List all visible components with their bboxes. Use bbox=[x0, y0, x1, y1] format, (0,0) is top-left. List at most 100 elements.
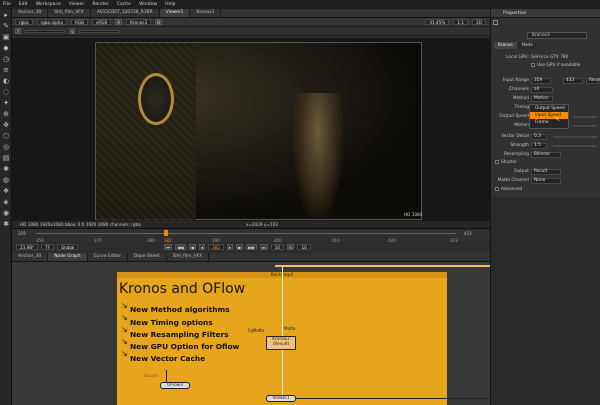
channels-select[interactable]: rgba bbox=[15, 19, 33, 25]
transform-tool-icon[interactable]: ✥ bbox=[2, 121, 10, 129]
reset-button[interactable]: Reset bbox=[586, 77, 600, 84]
first-frame-icon[interactable]: ⏮ bbox=[164, 244, 173, 250]
input-range-to[interactable]: 433 bbox=[563, 77, 583, 84]
menu-cache[interactable]: Cache bbox=[117, 2, 131, 7]
particles-tool-icon[interactable]: ✺ bbox=[2, 165, 10, 173]
viewer-toolbar: rgba rgba.alpha RGB sRGB A Kronos3 B 41.… bbox=[12, 18, 490, 27]
merge-tool-icon[interactable]: ⊕ bbox=[2, 110, 10, 118]
viewer-status-bar: HD 1080 1920x1080 bbox: 0 0 1920 1080 ch… bbox=[12, 221, 490, 228]
a-input-button[interactable]: A bbox=[115, 19, 123, 25]
gain-button[interactable]: f bbox=[15, 28, 21, 34]
menu-workspace[interactable]: Workspace bbox=[36, 2, 61, 7]
menu-viewer[interactable]: Viewer bbox=[69, 2, 85, 7]
node-name-field[interactable]: Kronos3 bbox=[527, 32, 587, 39]
view-mode-select[interactable]: 2D bbox=[472, 19, 486, 25]
a-node-select[interactable]: Kronos3 bbox=[126, 19, 152, 25]
channel-tool-icon[interactable]: ≡ bbox=[2, 66, 10, 74]
last-frame-icon[interactable]: ⏭ bbox=[259, 244, 268, 250]
lut-select[interactable]: sRGB bbox=[92, 19, 112, 25]
resampling-select[interactable]: Bilinear bbox=[531, 151, 561, 158]
strength-field[interactable]: 1.5 bbox=[531, 142, 547, 149]
next-frame-icon[interactable]: ▸ bbox=[227, 244, 234, 250]
timing-option-frame[interactable]: Frame bbox=[530, 119, 568, 126]
furnace-tool-icon[interactable]: ◈ bbox=[2, 198, 10, 206]
tab-viewer1[interactable]: Viewer1 bbox=[159, 9, 191, 17]
prev-key-icon[interactable]: ◀◀ bbox=[175, 244, 186, 250]
step-field-2[interactable]: 10 bbox=[297, 244, 311, 250]
play-icon[interactable]: ▶ bbox=[236, 244, 244, 250]
loop-icon[interactable]: ↻ bbox=[286, 244, 295, 250]
tab-shh-film[interactable]: Shh_film_VFX bbox=[48, 9, 91, 17]
menu-help[interactable]: Help bbox=[165, 2, 175, 7]
filter-tool-icon[interactable]: ◌ bbox=[2, 88, 10, 96]
paint-tool-icon[interactable]: ✎ bbox=[2, 22, 10, 30]
draw-tool-icon[interactable]: ◆ bbox=[2, 44, 10, 52]
timing-option-output-speed[interactable]: Output Speed bbox=[530, 105, 568, 112]
viewer-node[interactable]: Viewer1 bbox=[266, 395, 296, 402]
advanced-group[interactable]: Advanced bbox=[495, 186, 522, 193]
step-field[interactable]: 10 bbox=[270, 244, 284, 250]
viewer-canvas[interactable]: HD 1080 bbox=[12, 38, 490, 221]
gamma-button[interactable]: γ bbox=[69, 28, 76, 34]
ratio-select[interactable]: 1:1 bbox=[453, 19, 469, 25]
use-gpu-checkbox[interactable]: Use GPU if available bbox=[531, 62, 580, 69]
method-select[interactable]: Motion bbox=[531, 95, 553, 102]
vector-detail-slider[interactable] bbox=[553, 136, 597, 138]
range-mode-select[interactable]: Global bbox=[57, 244, 79, 250]
input-range-from[interactable]: 359 bbox=[531, 77, 551, 84]
keyer-tool-icon[interactable]: ✦ bbox=[2, 99, 10, 107]
tab-clip[interactable]: A015C007_120728_R3BR bbox=[91, 9, 160, 17]
matte-select[interactable]: None bbox=[531, 177, 561, 184]
tf-select[interactable]: TF bbox=[41, 244, 55, 250]
strength-slider[interactable] bbox=[553, 145, 597, 147]
views-tool-icon[interactable]: ◎ bbox=[2, 143, 10, 151]
play-back-icon[interactable]: ◀ bbox=[188, 244, 196, 250]
pointer-tool-icon[interactable]: ▸ bbox=[2, 11, 10, 19]
3d-tool-icon[interactable]: ⬡ bbox=[2, 132, 10, 140]
current-frame-field[interactable]: 382 bbox=[208, 244, 224, 250]
timing-option-input-speed[interactable]: Input Speed bbox=[530, 112, 568, 119]
tab-kronos[interactable]: Kronos bbox=[494, 42, 517, 49]
metadata-tool-icon[interactable]: ▤ bbox=[2, 154, 10, 162]
kronos-node[interactable]: Kronos3 (Result) bbox=[266, 336, 296, 350]
properties-close-icon[interactable] bbox=[493, 20, 498, 25]
tab-dope-sheet[interactable]: Dope Sheet bbox=[128, 253, 167, 261]
tab-node[interactable]: Node bbox=[517, 42, 537, 49]
tab-kronos3[interactable]: Kronos3 bbox=[190, 9, 222, 17]
tab-curve-editor[interactable]: Curve Editor bbox=[88, 253, 128, 261]
output-select[interactable]: Result bbox=[531, 168, 561, 175]
timeline[interactable]: 359 359 370 380 382 390 400 410 420 433 … bbox=[12, 228, 490, 243]
shutter-group[interactable]: Shutter bbox=[495, 159, 517, 166]
tab-anchor-ng[interactable]: Anchor_30 bbox=[12, 253, 49, 261]
b-input-button[interactable]: B bbox=[155, 19, 163, 25]
tab-node-graph[interactable]: Node Graph bbox=[48, 253, 88, 261]
oflow-node[interactable]: OFlow3 bbox=[160, 382, 190, 389]
format-label: HD 1080 bbox=[404, 212, 423, 217]
other-tool-icon[interactable]: ❖ bbox=[2, 187, 10, 195]
channels-select[interactable]: all bbox=[531, 86, 553, 93]
menu-render[interactable]: Render bbox=[92, 2, 108, 7]
playhead-icon[interactable] bbox=[164, 230, 168, 236]
ocula-tool-icon[interactable]: ◉ bbox=[2, 209, 10, 217]
prev-frame-icon[interactable]: ◂ bbox=[198, 244, 205, 250]
gain-slider[interactable] bbox=[25, 29, 65, 33]
tab-anchor[interactable]: Anchor_30 bbox=[12, 9, 49, 17]
zoom-select[interactable]: 41.45% bbox=[425, 19, 450, 25]
next-key-icon[interactable]: ▶▶ bbox=[246, 244, 257, 250]
toolsets-tool-icon[interactable]: ◍ bbox=[2, 176, 10, 184]
menu-file[interactable]: File bbox=[3, 2, 11, 7]
colorspace-select[interactable]: RGB bbox=[71, 19, 89, 25]
plugins-tool-icon[interactable]: ✱ bbox=[2, 220, 10, 228]
color-tool-icon[interactable]: ◐ bbox=[2, 77, 10, 85]
menu-window[interactable]: Window bbox=[139, 2, 157, 7]
image-tool-icon[interactable]: ▣ bbox=[2, 33, 10, 41]
output-speed-slider[interactable] bbox=[573, 116, 597, 118]
alpha-select[interactable]: rgba.alpha bbox=[36, 19, 68, 25]
fps-select[interactable]: 23.98* bbox=[16, 244, 39, 250]
time-tool-icon[interactable]: ◷ bbox=[2, 55, 10, 63]
vector-detail-field[interactable]: 0.3 bbox=[531, 133, 547, 140]
tab-shh-film-ng[interactable]: Shh_film_VFX bbox=[167, 253, 210, 261]
menu-edit[interactable]: Edit bbox=[19, 2, 28, 7]
motion-slider[interactable] bbox=[573, 125, 597, 127]
gamma-slider[interactable] bbox=[79, 29, 120, 33]
